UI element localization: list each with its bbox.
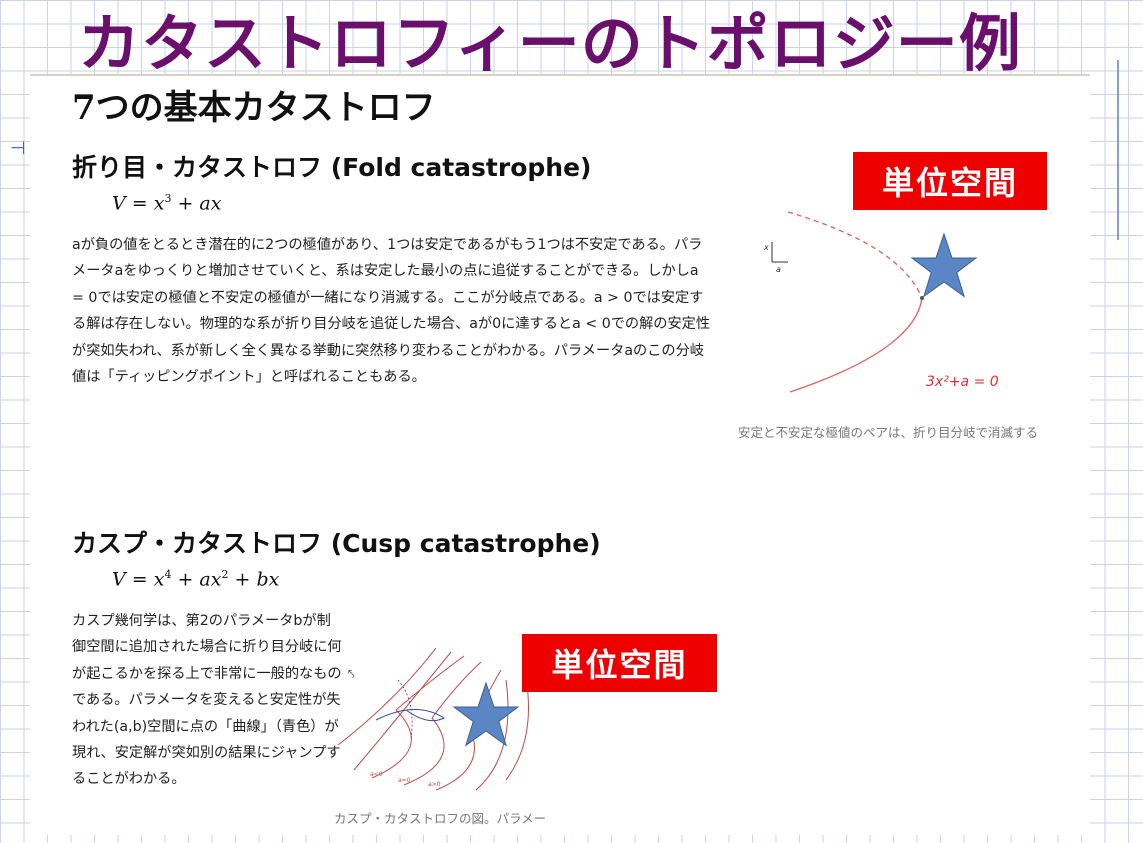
margin-plus-icon: ⊣ xyxy=(10,138,26,159)
cusp-heading: カスプ・カタストロフ (Cusp catastrophe) xyxy=(72,529,601,558)
fold-body: aが負の値をとるとき潜在的に2つの極値があり、1つは安定であるがもう1つは不安定… xyxy=(72,237,711,386)
cusp-formula-b: + ax xyxy=(171,568,222,591)
cusp-formula: V = x4 + ax2 + bx xyxy=(112,568,279,590)
fold-axis-x-label: a xyxy=(776,265,781,274)
cusp-contour xyxy=(403,661,482,786)
fold-formula: V = x3 + ax xyxy=(112,192,221,214)
scroll-rail[interactable] xyxy=(1117,60,1119,240)
star-icon xyxy=(452,681,520,747)
fold-equation-label: 3x²+a = 0 xyxy=(926,374,999,390)
cusp-label-a-negative: a<0 xyxy=(370,771,383,778)
fold-figure: x a 3x²+a = 0 xyxy=(763,211,999,393)
main-heading: 7つの基本カタストロフ xyxy=(72,88,436,128)
fold-formula-rhs: + ax xyxy=(171,192,222,215)
fold-formula-lhs: V = x xyxy=(112,192,165,215)
cusp-body: カスプ幾何学は、第2のパラメータbが制御空間に追加された場合に折り目分岐に何が起… xyxy=(72,613,342,788)
unit-space-label: 単位空間 xyxy=(522,634,717,692)
cusp-label-a-positive: a>0 xyxy=(428,781,441,788)
cusp-formula-c: + bx xyxy=(228,568,280,591)
cusp-label-a-zero: a=0 xyxy=(398,777,411,784)
star-icon xyxy=(910,232,978,298)
cusp-axes-icon: ⤣ xyxy=(348,667,355,681)
fold-heading: 折り目・カタストロフ (Fold catastrophe) xyxy=(72,153,592,182)
cusp-formula-a: V = x xyxy=(112,568,165,591)
cusp-contour xyxy=(505,677,529,781)
fold-unstable-branch xyxy=(787,211,923,299)
fold-caption: 安定と不安定な極値のペアは、折り目分岐で消滅する xyxy=(738,425,1039,440)
cusp-caption: カスプ・カタストロフの図。パラメー xyxy=(334,811,547,826)
fold-axis-y-label: x xyxy=(763,243,769,252)
fold-stable-branch xyxy=(789,297,923,393)
unit-space-label: 単位空間 xyxy=(853,152,1047,210)
